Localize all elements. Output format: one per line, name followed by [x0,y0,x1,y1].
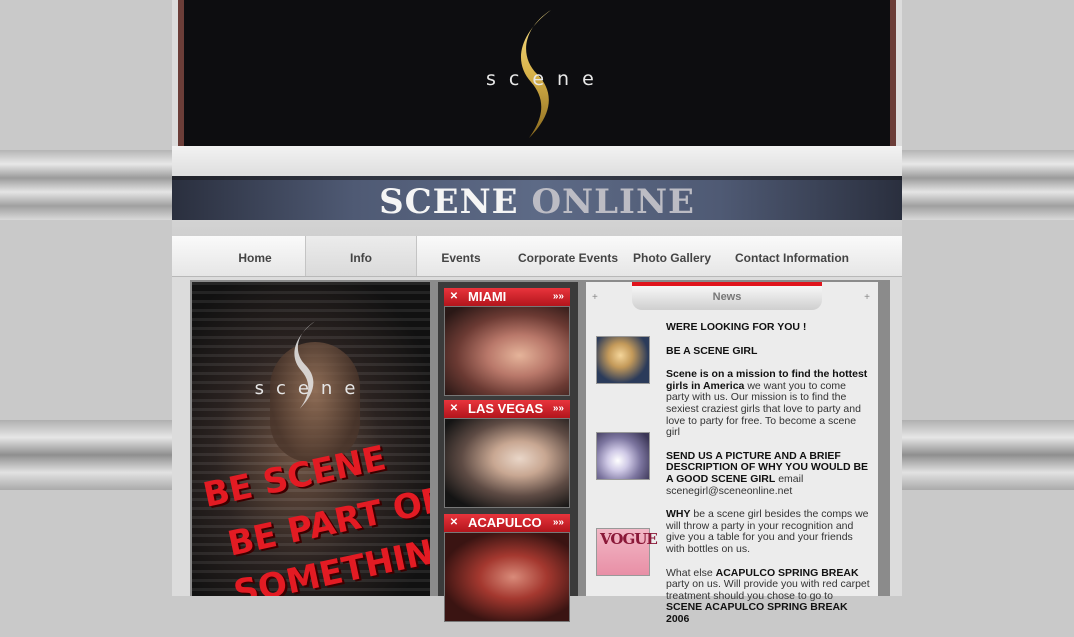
title-banner: SCENE ONLINE [172,146,902,236]
email-link[interactable]: scenegirl@sceneonline.net [666,485,792,497]
city-tab[interactable]: ✕ MIAMI »» [444,288,570,306]
city-card-acapulco[interactable]: ✕ ACAPULCO »» [444,514,570,622]
news-p2-text: email [775,472,804,485]
arrows-icon: »» [552,403,564,414]
header-edge-right [890,0,896,146]
news-p3-text: be a scene girl besides the comps we wil… [666,508,869,555]
news-p4-mid: party on us. Will provide you with red c… [666,578,870,602]
site-container: scene SCENE ONLINE Home Info Events Corp… [172,0,902,625]
city-photo[interactable] [444,306,570,396]
nav-info[interactable]: Info [305,236,417,276]
news-p3-bold: WHY [666,508,691,521]
nav-corporate-events[interactable]: Corporate Events [512,236,624,276]
promo-banner[interactable]: scene BE SCENE BE PART OF SOMETHING [192,282,430,596]
plus-icon: + [592,292,598,303]
city-name: ACAPULCO [468,515,542,530]
city-tab[interactable]: ✕ ACAPULCO »» [444,514,570,532]
news-thumbnail-magazine[interactable]: VOGUE [596,528,658,576]
nav-contact-information[interactable]: Contact Information [728,236,856,276]
city-name: LAS VEGAS [468,401,544,416]
nav-photo-gallery[interactable]: Photo Gallery [628,236,716,276]
news-header: News [632,282,822,310]
city-name: MIAMI [468,289,507,304]
news-p4-bold2: SCENE ACAPULCO SPRING BREAK 2006 [666,601,848,625]
promo-logo-text: scene [254,378,368,399]
news-paragraph-4: What else ACAPULCO SPRING BREAK party on… [666,566,870,626]
news-heading-2: BE A SCENE GIRL [666,344,758,357]
close-x-icon: ✕ [449,291,459,302]
header: scene [178,0,896,146]
site-logo[interactable]: scene [478,8,598,140]
content-area: scene BE SCENE BE PART OF SOMETHING ✕ MI… [190,280,890,625]
site-title-word2: ONLINE [531,182,695,222]
close-x-icon: ✕ [449,403,459,414]
news-text: WERE LOOKING FOR YOU ! BE A SCENE GIRL S… [666,321,870,637]
news-paragraph-2: SEND US A PICTURE AND A BRIEF DESCRIPTIO… [666,449,870,497]
arrows-icon: »» [552,291,564,302]
city-card-las-vegas[interactable]: ✕ LAS VEGAS »» [444,400,570,508]
news-header-label: News [712,291,742,303]
city-photo[interactable] [444,532,570,622]
site-title: SCENE ONLINE [172,182,902,222]
city-card-miami[interactable]: ✕ MIAMI »» [444,288,570,396]
news-heading-1: WERE LOOKING FOR YOU ! [666,321,807,333]
news-thumbnail-girl[interactable] [596,336,650,384]
logo-text: scene [486,68,607,90]
news-panel: + + News VOGUE WERE LOOKING FOR YOU ! BE… [586,282,878,625]
city-column: ✕ MIAMI »» ✕ LAS VEGAS »» ✕ ACAPULCO »» [438,282,578,622]
news-p4-start: What else [666,566,716,579]
news-p2-bold: SEND US A PICTURE AND A BRIEF DESCRIPTIO… [666,449,869,485]
arrows-icon: »» [552,517,564,528]
news-paragraph-3: WHY be a scene girl besides the comps we… [666,508,870,555]
city-tab[interactable]: ✕ LAS VEGAS »» [444,400,570,418]
nav-events[interactable]: Events [416,236,506,276]
header-edge-left [178,0,184,146]
news-paragraph-1: Scene is on a mission to find the hottes… [666,368,870,439]
site-title-word1: SCENE [379,182,519,222]
main-nav: Home Info Events Corporate Events Photo … [172,236,902,277]
close-x-icon: ✕ [449,517,459,528]
news-thumbnail-light[interactable] [596,432,650,480]
nav-home[interactable]: Home [205,236,305,276]
news-p4-bold1: ACAPULCO SPRING BREAK [715,566,859,579]
magazine-title: VOGUE [600,530,658,548]
city-photo[interactable] [444,418,570,508]
plus-icon: + [864,292,870,303]
